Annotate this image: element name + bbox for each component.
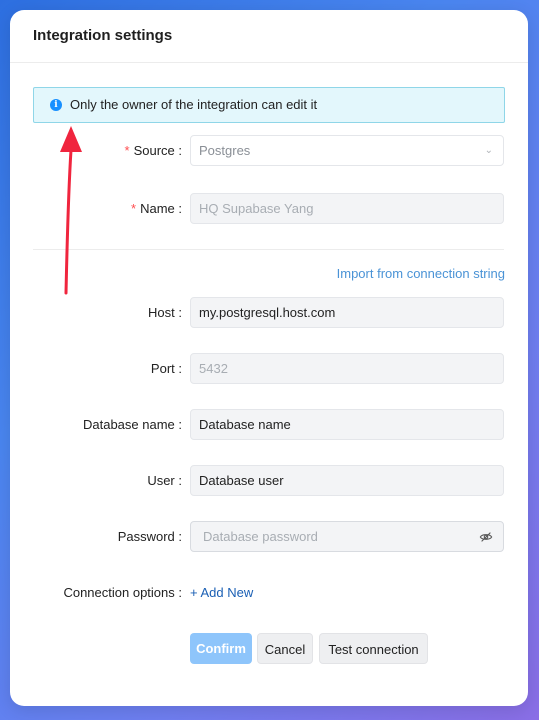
source-value: Postgres bbox=[199, 143, 251, 158]
host-label: Host : bbox=[148, 305, 182, 320]
user-label: User : bbox=[147, 473, 182, 488]
eye-invisible-icon[interactable] bbox=[479, 530, 493, 544]
host-input[interactable]: my.postgresql.host.com bbox=[190, 297, 504, 328]
dialog-title: Integration settings bbox=[33, 27, 173, 44]
annotation-arrow bbox=[60, 126, 82, 295]
required-marker: * bbox=[131, 201, 137, 216]
connection-options-label: Connection options : bbox=[63, 585, 182, 600]
required-marker: * bbox=[124, 143, 130, 158]
alert-text: Only the owner of the integration can ed… bbox=[70, 97, 318, 112]
password-label: Password : bbox=[117, 529, 182, 544]
user-input[interactable]: Database user bbox=[190, 465, 504, 496]
section-divider bbox=[33, 249, 504, 250]
name-input[interactable]: HQ Supabase Yang bbox=[190, 193, 504, 224]
source-select[interactable]: Postgres ⌄ bbox=[190, 135, 504, 166]
import-connection-string-link[interactable]: Import from connection string bbox=[337, 266, 505, 281]
dialog-header: Integration settings bbox=[10, 10, 528, 63]
confirm-button[interactable]: Confirm bbox=[190, 633, 252, 664]
name-label: * Name : bbox=[131, 201, 182, 216]
add-new-option-button[interactable]: + Add New bbox=[190, 585, 253, 600]
port-input[interactable]: 5432 bbox=[190, 353, 504, 384]
password-input[interactable]: Database password bbox=[190, 521, 504, 552]
password-placeholder: Database password bbox=[203, 529, 318, 544]
port-label: Port : bbox=[150, 361, 182, 376]
source-label: * Source : bbox=[124, 143, 183, 158]
database-name-input[interactable]: Database name bbox=[190, 409, 504, 440]
owner-only-alert: i Only the owner of the integration can … bbox=[33, 87, 505, 123]
test-connection-button[interactable]: Test connection bbox=[319, 633, 428, 664]
cancel-button[interactable]: Cancel bbox=[257, 633, 313, 664]
integration-settings-dialog: Integration settings i Only the owner of… bbox=[10, 10, 528, 706]
database-name-label: Database name : bbox=[82, 417, 182, 432]
info-icon: i bbox=[50, 99, 62, 111]
chevron-down-icon: ⌄ bbox=[484, 145, 493, 156]
